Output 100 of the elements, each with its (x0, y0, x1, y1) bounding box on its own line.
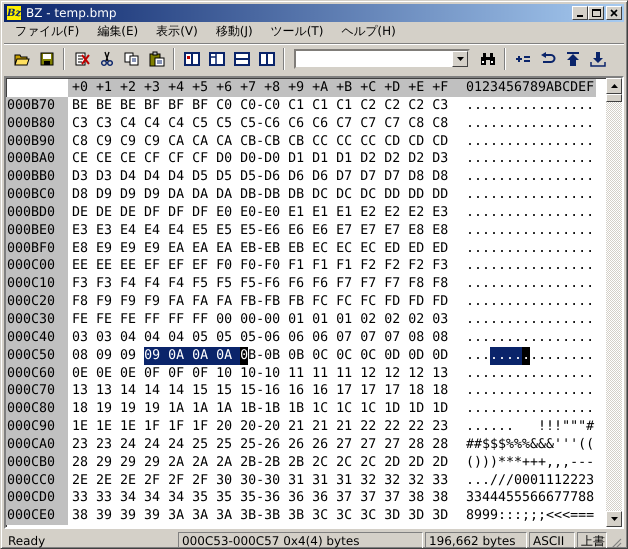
ascii-text: ................ (466, 364, 594, 382)
ascii-text: ................ (466, 257, 594, 276)
delete-icon (74, 51, 90, 67)
close-button[interactable] (606, 6, 622, 20)
selected-hex-bytes: 09 0A 0A 0A (144, 346, 240, 364)
hex-bytes: 23 23 24 24 24 25 25 25-26 26 26 27 27 27 28 28 (72, 436, 448, 454)
ascii-text: ................ (466, 222, 594, 240)
row-address: 000B70 (6, 96, 68, 115)
close-icon (610, 9, 618, 17)
ascii-header: 0123456789ABCDEF (466, 79, 594, 97)
ascii-text: ##$$$%%%&&&'''(( (466, 436, 594, 454)
overwrite-mode: 上書 (577, 532, 607, 548)
row-address: 000CD0 (6, 489, 68, 508)
cursor-hex-bytes: 0 (240, 346, 248, 364)
ascii-text: ()))***+++,,,--- (466, 454, 594, 472)
row-address: 000C80 (6, 400, 68, 418)
ascii-text: ...... !!!"""# (466, 418, 594, 436)
top-arrow-icon (564, 51, 580, 67)
hex-bytes: 2E 2E 2E 2F 2F 2F 30 30-30 31 31 31 32 32 32 33 (72, 472, 448, 490)
ascii-text: ................ (466, 114, 594, 133)
hex-bytes: D3 D3 D4 D4 D4 D5 D5 D5-D6 D6 D6 D7 D7 D7 D8 D8 (72, 168, 448, 186)
two-pane-icon (258, 51, 274, 67)
cut-icon (98, 51, 114, 67)
file-size: 196,662 bytes (425, 532, 527, 548)
hex-bytes: F8 F9 F9 F9 FA FA FA FB-FB FB FC FC FC FD FD FD (72, 293, 448, 311)
scroll-down-button[interactable] (606, 511, 622, 527)
binoculars-icon (480, 51, 496, 67)
row-address: 000BD0 (6, 204, 68, 222)
row-address: 000C50 (6, 346, 68, 364)
menu-item[interactable]: 表示(V) (147, 22, 207, 41)
save-icon (38, 51, 54, 67)
hex-bytes: 08 09 09 (72, 346, 138, 364)
ascii-text: ................ (466, 310, 594, 329)
hex-bytes: F3 F3 F4 F4 F4 F5 F5 F5-F6 F6 F6 F7 F7 F7 F8 F8 (72, 275, 448, 294)
row-address: 000C20 (6, 293, 68, 311)
scroll-thumb[interactable] (606, 94, 622, 102)
ascii-text: 3344455566677788 (466, 489, 594, 508)
row-address: 000BF0 (6, 240, 68, 258)
ascii-text: ................ (466, 168, 594, 186)
ascii-text: ................ (466, 96, 594, 115)
row-address: 000C70 (6, 382, 68, 400)
ascii-text: ................ (466, 275, 594, 294)
hex-bytes: 13 13 14 14 14 15 15 15-16 16 16 17 17 17 18 18 (72, 382, 448, 400)
row-address: 000B90 (6, 132, 68, 150)
hex-bytes: 38 39 39 39 3A 3A 3A 3B-3B 3B 3C 3C 3C 3D 3D 3D (72, 507, 448, 526)
ascii-text: ................ (466, 400, 594, 418)
window-title: BZ - temp.bmp (26, 6, 118, 20)
row-address: 000C60 (6, 364, 68, 382)
row-address: 000CC0 (6, 472, 68, 490)
hex-bytes: FE FE FE FF FF FF 00 00-00 01 01 01 02 02 02 03 (72, 310, 448, 329)
ascii-text: ................ (466, 240, 594, 258)
ascii-text: 8999:::;;;<<<=== (466, 507, 594, 526)
row-address: 000CA0 (6, 436, 68, 454)
ascii-text: ................ (466, 204, 594, 222)
down-arrow-tray-icon (590, 51, 606, 67)
hex-bytes: 1E 1E 1E 1F 1F 1F 20 20-20 21 21 21 22 22 22 23 (72, 418, 448, 436)
hex-bytes: 33 33 34 34 34 35 35 35-36 36 36 37 37 37 38 38 (72, 489, 448, 508)
menu-item[interactable]: ファイル(F) (6, 22, 88, 41)
copy-icon (124, 51, 140, 67)
ascii-text: ...///0001112223 (466, 472, 594, 490)
menu-item[interactable]: ヘルプ(H) (332, 22, 405, 41)
row-address: 000BA0 (6, 150, 68, 168)
menu-item[interactable]: ツール(T) (262, 22, 332, 41)
row-address: 000BC0 (6, 186, 68, 204)
menu-item[interactable]: 移動(J) (206, 22, 262, 41)
ascii-text: ................ (466, 132, 594, 150)
ascii-text: ................ (466, 293, 594, 311)
scroll-up-button[interactable] (606, 78, 622, 94)
menu-item[interactable]: 編集(E) (88, 22, 148, 41)
row-address: 000C10 (6, 275, 68, 294)
vertical-scrollbar[interactable] (606, 78, 622, 527)
row-address: 000CE0 (6, 507, 68, 526)
resize-grip-icon (609, 537, 622, 548)
hex-bytes: 03 03 04 04 04 05 05 05-06 06 06 07 07 07 08 08 (72, 328, 448, 347)
row-address: 000C40 (6, 328, 68, 347)
minimize-button[interactable] (572, 6, 588, 20)
selected-ascii-text: .... (490, 346, 522, 364)
hex-bytes: B-0B 0B 0C 0C 0C 0D 0D 0D (248, 346, 448, 364)
hex-bytes: CE CE CE CF CF CF D0 D0-D0 D1 D1 D1 D2 D2 D2 D3 (72, 150, 448, 168)
hex-bytes: BE BE BE BF BF BF C0 C0-C0 C1 C1 C1 C2 C2 C2 C3 (72, 96, 448, 115)
hex-bytes: 28 29 29 29 2A 2A 2A 2B-2B 2B 2C 2C 2C 2D 2D 2D (72, 454, 448, 472)
hex-bytes: 0E 0E 0E 0F 0F 0F 10 10-10 11 11 11 12 12 12 13 (72, 364, 448, 382)
ascii-text: ... (466, 346, 490, 364)
hex-bytes: D8 D9 D9 D9 DA DA DA DB-DB DB DC DC DC DD DD DD (72, 186, 448, 204)
hex-bytes: C3 C3 C4 C4 C4 C5 C5 C5-C6 C6 C6 C7 C7 C7 C8 C8 (72, 114, 448, 133)
ascii-text: ........ (530, 346, 594, 364)
up-arrow-icon (610, 84, 618, 88)
row-address: 000C00 (6, 257, 68, 276)
maximize-icon (592, 9, 600, 17)
row-address: 000B80 (6, 114, 68, 133)
row-address: 000BB0 (6, 168, 68, 186)
row-address: 000CB0 (6, 454, 68, 472)
ascii-text: ................ (466, 150, 594, 168)
hex-bytes: E8 E9 E9 E9 EA EA EA EB-EB EB EC EC EC ED ED ED (72, 240, 448, 258)
offset-header: +0 +1 +2 +3 +4 +5 +6 +7 +8 +9 +A +B +C +D +E +F (72, 79, 450, 97)
encoding-indicator: ASCII (529, 532, 575, 548)
hex-bytes: 18 19 19 19 1A 1A 1A 1B-1B 1B 1C 1C 1C 1D 1D 1D (72, 400, 448, 418)
maximize-button[interactable] (588, 6, 604, 20)
search-combo-box[interactable] (294, 49, 470, 69)
cursor-ascii-text: . (522, 346, 530, 364)
